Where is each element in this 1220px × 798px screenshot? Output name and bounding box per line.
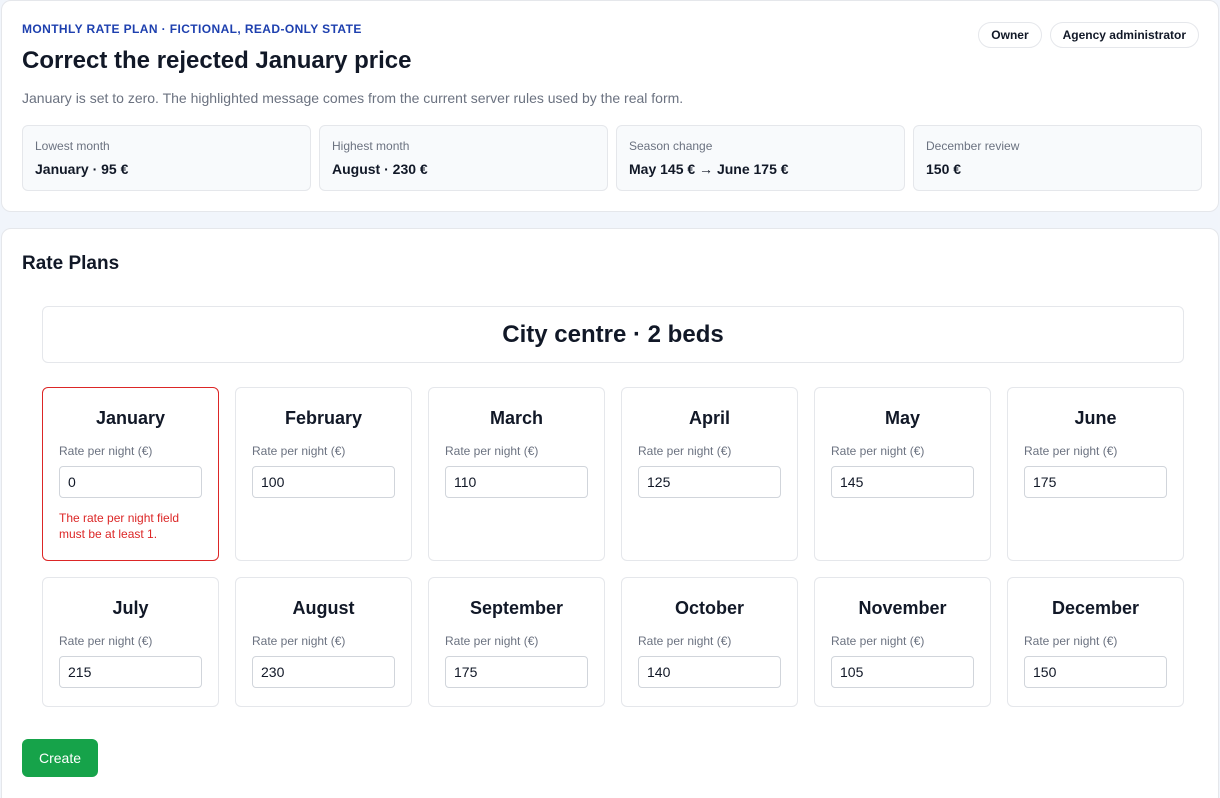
rate-input-september[interactable] [445, 656, 588, 688]
stat-label: December review [926, 139, 1020, 153]
month-name: March [489, 408, 543, 428]
rate-field-label: Rate per night (€) [445, 444, 539, 458]
rate-input-january[interactable] [59, 466, 202, 498]
stat-value: January · 95 € [35, 161, 129, 177]
plan-name: City centre · 2 beds [42, 306, 1184, 363]
month-card-november: November Rate per night (€) [814, 577, 991, 707]
rate-input-may[interactable] [831, 466, 974, 498]
rate-input-december[interactable] [1024, 656, 1167, 688]
stat-season-change: Season change May 145 € → June 175 € [616, 125, 905, 191]
month-name: September [469, 598, 564, 618]
rate-field-label: Rate per night (€) [638, 634, 732, 648]
stat-value: 150 € [926, 161, 962, 177]
month-name: November [858, 598, 947, 618]
month-card-february: February Rate per night (€) [235, 387, 412, 561]
role-badge-owner: Owner [978, 22, 1042, 48]
rate-input-february[interactable] [252, 466, 395, 498]
rate-field-label: Rate per night (€) [831, 444, 925, 458]
rate-plans-card: Rate Plans City centre · 2 beds January … [1, 228, 1219, 798]
month-card-january: January Rate per night (€) The rate per … [42, 387, 219, 561]
stat-lowest-month: Lowest month January · 95 € [22, 125, 311, 191]
rate-field-label: Rate per night (€) [59, 444, 153, 458]
month-grid: January Rate per night (€) The rate per … [42, 387, 1184, 707]
rate-input-november[interactable] [831, 656, 974, 688]
month-name: June [1074, 408, 1117, 428]
stat-highest-month: Highest month August · 230 € [319, 125, 608, 191]
rate-input-march[interactable] [445, 466, 588, 498]
month-card-december: December Rate per night (€) [1007, 577, 1184, 707]
month-card-july: July Rate per night (€) [42, 577, 219, 707]
rate-input-october[interactable] [638, 656, 781, 688]
stat-value: May 145 € → June 175 € [629, 161, 789, 177]
rate-field-label: Rate per night (€) [1024, 444, 1118, 458]
validation-error: The rate per night field must be at leas… [59, 511, 180, 541]
month-name: February [284, 408, 363, 428]
month-card-september: September Rate per night (€) [428, 577, 605, 707]
stat-label: Season change [629, 139, 713, 153]
rate-field-label: Rate per night (€) [638, 444, 732, 458]
stat-value: August · 230 € [332, 161, 428, 177]
stats-row: Lowest month January · 95 € Highest mont… [22, 125, 1202, 191]
role-badges: Owner Agency administrator [978, 22, 1199, 48]
month-name: July [112, 598, 149, 618]
month-card-march: March Rate per night (€) [428, 387, 605, 561]
summary-card: MONTHLY RATE PLAN · FICTIONAL, READ-ONLY… [1, 0, 1219, 212]
rate-input-august[interactable] [252, 656, 395, 688]
month-name: April [688, 408, 730, 428]
month-name: May [884, 408, 920, 428]
section-title: Rate Plans [22, 253, 120, 274]
month-card-june: June Rate per night (€) [1007, 387, 1184, 561]
rate-field-label: Rate per night (€) [831, 634, 925, 648]
stat-december-review: December review 150 € [913, 125, 1202, 191]
rate-input-april[interactable] [638, 466, 781, 498]
rate-field-label: Rate per night (€) [252, 444, 346, 458]
month-name: January [95, 408, 166, 428]
page-subtitle: January is set to zero. The highlighted … [22, 90, 684, 106]
month-card-may: May Rate per night (€) [814, 387, 991, 561]
page-title: Correct the rejected January price [22, 47, 412, 74]
month-card-april: April Rate per night (€) [621, 387, 798, 561]
month-name: October [674, 598, 744, 618]
rate-input-july[interactable] [59, 656, 202, 688]
rate-field-label: Rate per night (€) [445, 634, 539, 648]
month-name: December [1051, 598, 1140, 618]
month-name: August [292, 598, 355, 618]
create-button[interactable]: Create [22, 739, 98, 777]
eyebrow: MONTHLY RATE PLAN · FICTIONAL, READ-ONLY… [22, 22, 362, 36]
stat-label: Lowest month [35, 139, 110, 153]
stat-label: Highest month [332, 139, 410, 153]
month-card-october: October Rate per night (€) [621, 577, 798, 707]
rate-input-june[interactable] [1024, 466, 1167, 498]
rate-field-label: Rate per night (€) [252, 634, 346, 648]
rate-field-label: Rate per night (€) [59, 634, 153, 648]
month-card-august: August Rate per night (€) [235, 577, 412, 707]
rate-field-label: Rate per night (€) [1024, 634, 1118, 648]
role-badge-agency-administrator: Agency administrator [1049, 22, 1199, 48]
